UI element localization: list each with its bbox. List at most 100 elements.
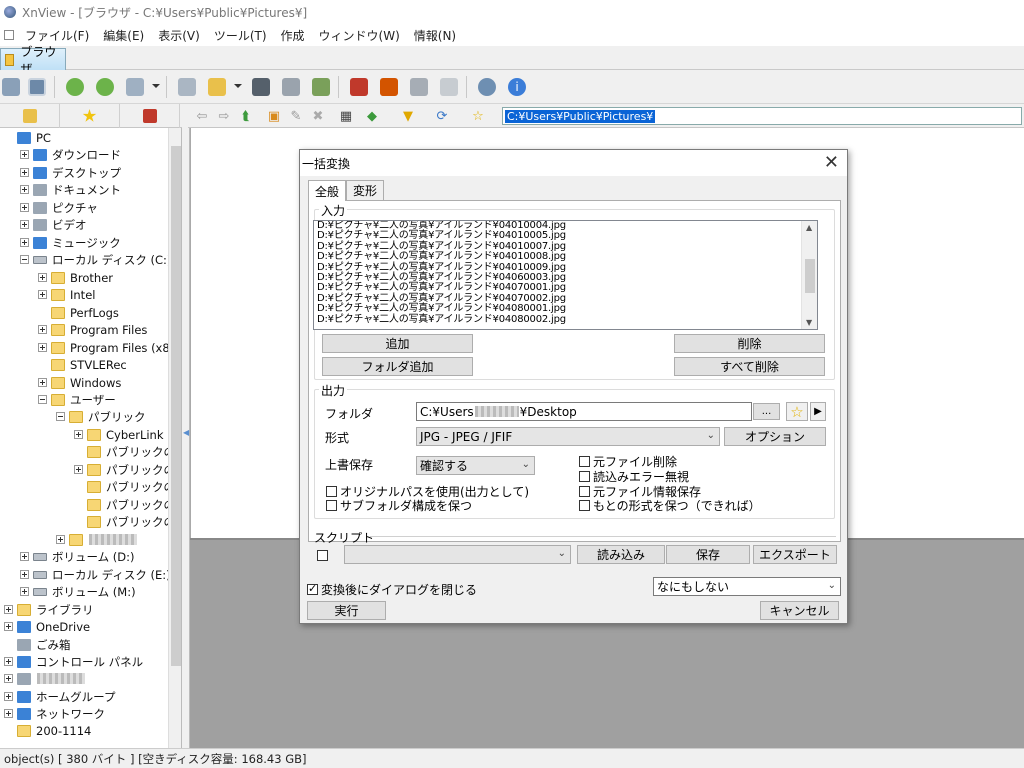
- output-folder-field[interactable]: C:¥Users ¥Desktop: [416, 402, 752, 421]
- compare-icon[interactable]: [408, 76, 430, 98]
- tree-item[interactable]: ドキュメント: [20, 181, 121, 198]
- expand-icon[interactable]: [38, 343, 47, 352]
- tree-item[interactable]: [56, 531, 138, 548]
- overwrite-select[interactable]: 確認する ⌄: [416, 456, 535, 475]
- add-button[interactable]: 追加: [322, 334, 473, 353]
- keep-format-checkbox[interactable]: もとの形式を保つ（できれば）: [579, 497, 761, 514]
- tree-item[interactable]: ピクチャ: [20, 199, 98, 216]
- tree-item[interactable]: Windows: [38, 374, 121, 391]
- script-checkbox[interactable]: [317, 550, 328, 561]
- options-button[interactable]: オプション: [724, 427, 826, 446]
- menu-item-2[interactable]: 表示(V): [151, 27, 207, 44]
- tree-item[interactable]: PC: [4, 129, 51, 146]
- expand-icon[interactable]: [20, 168, 29, 177]
- file-list-item[interactable]: D:¥ピクチャ¥二人の写真¥アイルランド¥04080002.jpg: [314, 314, 817, 325]
- menu-item-5[interactable]: ウィンドウ(W): [312, 27, 407, 44]
- tree-item[interactable]: パブリック: [56, 408, 146, 425]
- menu-item-0[interactable]: ファイル(F): [18, 27, 96, 44]
- tree-item[interactable]: ホームグループ: [4, 688, 115, 705]
- back-icon[interactable]: ⇦: [194, 108, 210, 124]
- tree-scroll-thumb[interactable]: [171, 146, 181, 666]
- close-icon[interactable]: ✕: [824, 152, 839, 173]
- expand-icon[interactable]: [4, 605, 13, 614]
- favorite-star-icon[interactable]: ☆: [470, 108, 486, 124]
- scan-icon[interactable]: [176, 76, 198, 98]
- after-action-select[interactable]: なにもしない ⌄: [653, 577, 841, 596]
- new-folder-icon[interactable]: ▣: [266, 108, 282, 124]
- fit-window-icon[interactable]: [26, 76, 48, 98]
- delete-all-button[interactable]: すべて削除: [674, 357, 825, 376]
- open-folder-icon[interactable]: [206, 76, 228, 98]
- fullscreen-icon[interactable]: [0, 76, 22, 98]
- tree-item[interactable]: パブリックの: [74, 496, 175, 513]
- info-icon[interactable]: i: [506, 76, 528, 98]
- menu-item-3[interactable]: ツール(T): [207, 27, 274, 44]
- refresh-icon[interactable]: ⟳: [434, 108, 450, 124]
- rotate-right-icon[interactable]: [94, 76, 116, 98]
- tree-item[interactable]: ボリューム (M:): [20, 583, 136, 600]
- tree-item[interactable]: STVLERec: [38, 356, 127, 373]
- close-after-checkbox[interactable]: 変換後にダイアログを閉じる: [307, 581, 477, 598]
- tree-item[interactable]: Intel: [38, 286, 95, 303]
- expand-icon[interactable]: [38, 325, 47, 334]
- app-menu-icon[interactable]: [4, 30, 14, 40]
- input-file-list[interactable]: D:¥ピクチャ¥二人の写真¥アイルランド¥04010004.jpg D:¥ピクチャ…: [313, 220, 818, 330]
- expand-icon[interactable]: [4, 674, 13, 683]
- categories-tab[interactable]: [120, 104, 180, 128]
- menu-arrow-icon[interactable]: ▶: [810, 402, 826, 421]
- tree-item[interactable]: Program Files: [38, 321, 147, 338]
- expand-icon[interactable]: [20, 238, 29, 247]
- image-tools-icon[interactable]: [124, 76, 146, 98]
- calculator-icon[interactable]: [438, 76, 460, 98]
- expand-icon[interactable]: [20, 587, 29, 596]
- expand-icon[interactable]: [20, 220, 29, 229]
- expand-icon[interactable]: [74, 430, 83, 439]
- expand-icon[interactable]: [38, 290, 47, 299]
- tree-item[interactable]: ビデオ: [20, 216, 87, 233]
- view-mode-icon[interactable]: ▦: [338, 108, 354, 124]
- tree-item[interactable]: コントロール パネル: [4, 653, 143, 670]
- collapse-icon[interactable]: [38, 395, 47, 404]
- tree-item[interactable]: パブリックの: [74, 478, 175, 495]
- slideshow-icon[interactable]: [378, 76, 400, 98]
- print-icon[interactable]: [280, 76, 302, 98]
- tree-item[interactable]: ダウンロード: [20, 146, 121, 163]
- tree-scrollbar[interactable]: [168, 128, 181, 748]
- expand-icon[interactable]: [4, 709, 13, 718]
- cancel-button[interactable]: キャンセル: [760, 601, 839, 620]
- file-list-item[interactable]: D:¥ピクチャ¥二人の写真¥アイルランド¥04080001.jpg: [314, 303, 817, 314]
- tree-item[interactable]: ごみ箱: [4, 636, 71, 653]
- expand-icon[interactable]: [20, 552, 29, 561]
- file-list-item[interactable]: D:¥ピクチャ¥二人の写真¥アイルランド¥04010008.jpg: [314, 251, 817, 262]
- delete-icon[interactable]: ✖: [310, 108, 326, 124]
- save-button[interactable]: 保存: [666, 545, 750, 564]
- delete-button[interactable]: 削除: [674, 334, 825, 353]
- tree-item[interactable]: デスクトップ: [20, 164, 121, 181]
- folders-tab[interactable]: [0, 104, 60, 128]
- add-folder-button[interactable]: フォルダ追加: [322, 357, 473, 376]
- capture-icon[interactable]: [348, 76, 370, 98]
- tree-item[interactable]: ミュージック: [20, 234, 121, 251]
- tree-item[interactable]: Brother: [38, 269, 113, 286]
- file-list-scroll-thumb[interactable]: [805, 259, 815, 293]
- favorites-tab[interactable]: [60, 104, 120, 128]
- menu-item-1[interactable]: 編集(E): [96, 27, 151, 44]
- convert-icon[interactable]: [310, 76, 332, 98]
- expand-icon[interactable]: [20, 570, 29, 579]
- tree-item[interactable]: ローカル ディスク (C:): [20, 251, 171, 268]
- tree-item[interactable]: パブリックの: [74, 461, 175, 478]
- tree-item[interactable]: パブリックの: [74, 513, 175, 530]
- up-folder-icon[interactable]: ⮬: [238, 108, 254, 124]
- settings-icon[interactable]: [476, 76, 498, 98]
- format-select[interactable]: JPG - JPEG / JFIF ⌄: [416, 427, 720, 446]
- tree-item[interactable]: ボリューム (D:): [20, 548, 135, 565]
- expand-icon[interactable]: [4, 692, 13, 701]
- script-select[interactable]: ⌄: [344, 545, 571, 564]
- tree-item[interactable]: Program Files (x86: [38, 339, 177, 356]
- tree-item[interactable]: パブリックの: [74, 443, 175, 460]
- forward-icon[interactable]: ⇨: [216, 108, 232, 124]
- expand-icon[interactable]: [38, 378, 47, 387]
- export-button[interactable]: エクスポート: [753, 545, 837, 564]
- tree-item[interactable]: ローカル ディスク (E:): [20, 566, 171, 583]
- browse-button[interactable]: ...: [753, 403, 780, 420]
